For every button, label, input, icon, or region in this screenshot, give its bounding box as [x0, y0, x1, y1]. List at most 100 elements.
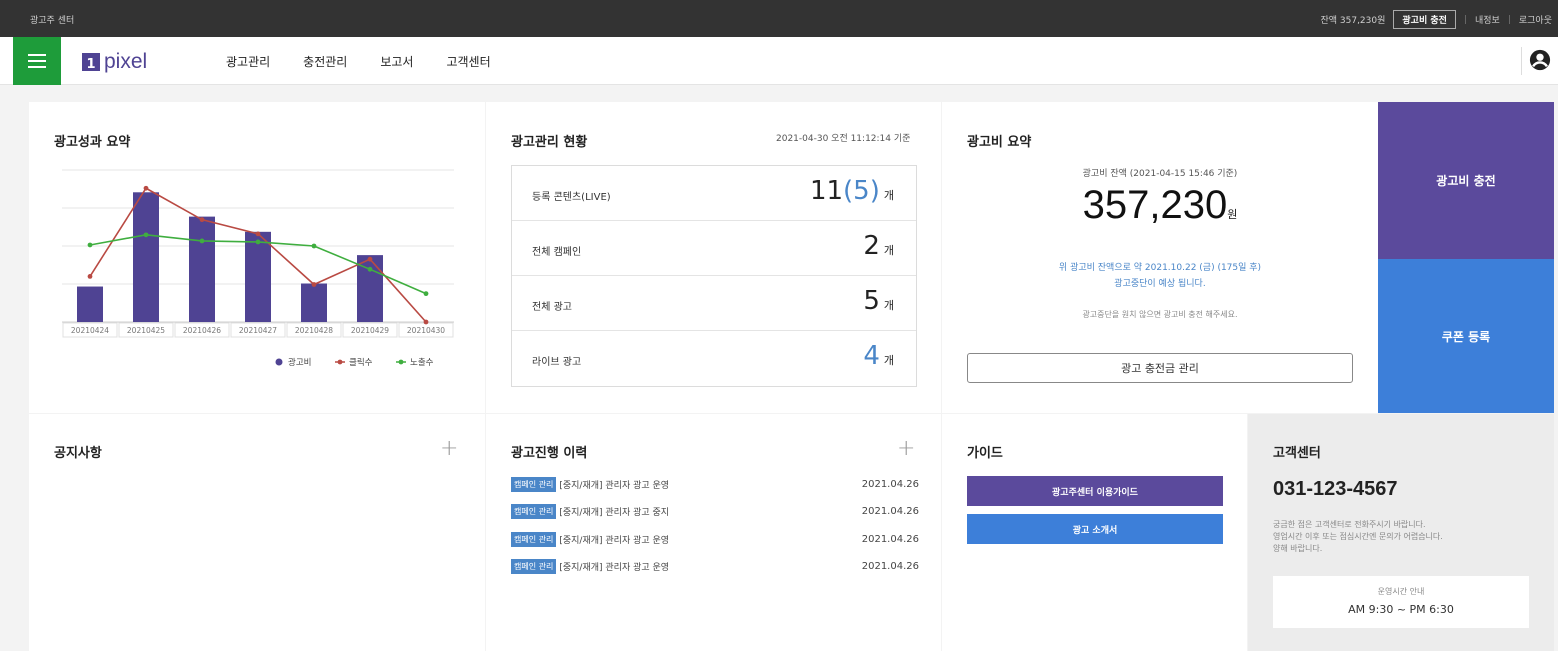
bar	[133, 192, 159, 322]
bar	[245, 231, 271, 322]
balance-amount-wrap: 357,230원	[942, 183, 1378, 228]
series-point	[311, 282, 317, 287]
hours-value: AM 9:30 ~ PM 6:30	[1348, 603, 1454, 616]
divider: |	[1507, 14, 1511, 25]
usage-guide-button[interactable]: 광고주센터 이용가이드	[967, 476, 1223, 506]
logo-mark: 1	[82, 53, 100, 71]
series-point	[87, 242, 93, 248]
budget-title: 광고비 요약	[967, 135, 1032, 150]
stat-label: 등록 콘텐츠(LIVE)	[532, 192, 611, 203]
legend-marker	[398, 359, 404, 365]
series-point	[87, 274, 93, 279]
nav-item-reports[interactable]: 보고서	[380, 53, 413, 70]
notice-more-icon[interactable]: +	[440, 436, 458, 461]
legend-label: 광고비	[288, 357, 311, 368]
stat-label: 전체 캠페인	[532, 247, 582, 258]
series-point	[143, 232, 149, 238]
x-tick-label: 20210427	[239, 326, 277, 335]
forecast-line-1: 위 광고비 잔액으로 약 2021.10.22 (금) (175일 후)	[1058, 263, 1262, 273]
stat-label: 라이브 광고	[532, 357, 582, 368]
x-tick-label: 20210428	[295, 326, 333, 335]
stat-unit: 개	[883, 244, 894, 257]
coupon-register-button[interactable]: 쿠폰 등록	[1378, 259, 1554, 413]
bar	[301, 283, 327, 322]
stat-live-count: (5)	[843, 176, 880, 206]
history-row[interactable]: 캠페인 관리 [중지/재개] 관리자 광고 중지 2021.04.26	[511, 504, 919, 519]
history-row[interactable]: 캠페인 관리 [중지/재개] 관리자 광고 운영 2021.04.26	[511, 559, 919, 574]
nav-item-charge-management[interactable]: 충전관리	[303, 53, 347, 70]
series-point	[311, 243, 317, 249]
stat-number: 11	[809, 176, 844, 206]
legend-label: 클릭수	[349, 357, 373, 368]
stat-unit: 개	[883, 354, 894, 367]
bar	[77, 286, 103, 322]
nav-item-customer-center[interactable]: 고객센터	[446, 53, 490, 70]
stat-unit: 개	[883, 299, 894, 312]
x-tick-label: 20210430	[407, 326, 445, 335]
user-account-icon[interactable]	[1521, 47, 1551, 75]
history-tag: 캠페인 관리	[511, 477, 557, 492]
series-point	[199, 238, 205, 244]
stat-value: 5개	[863, 286, 894, 316]
x-tick-label: 20210425	[127, 326, 165, 335]
history-tag: 캠페인 관리	[511, 504, 557, 519]
history-tag: 캠페인 관리	[511, 532, 557, 547]
logo[interactable]: 1 pixel	[82, 50, 147, 74]
forecast-text: 위 광고비 잔액으로 약 2021.10.22 (금) (175일 후) 광고중…	[942, 260, 1378, 292]
manage-charge-button[interactable]: 광고 충전금 관리	[967, 353, 1353, 383]
my-info-link[interactable]: 내정보	[1475, 13, 1500, 26]
legend-marker	[337, 359, 343, 365]
operating-hours-box: 운영시간 안내 AM 9:30 ~ PM 6:30	[1273, 576, 1529, 628]
history-row[interactable]: 캠페인 관리 [중지/재개] 관리자 광고 운영 2021.04.26	[511, 532, 919, 547]
stat-row-contents[interactable]: 등록 콘텐츠(LIVE) 11(5) 개	[512, 166, 916, 221]
charge-hint: 광고중단을 원치 않으면 광고비 충전 해주세요.	[1082, 310, 1238, 319]
x-tick-label: 20210429	[351, 326, 389, 335]
stat-row-ads[interactable]: 전체 광고 5개	[512, 276, 916, 331]
support-desc: 궁금한 점은 고객센터로 전화주시기 바랍니다. 영업시간 이후 또는 점심시간…	[1273, 519, 1443, 555]
logout-link[interactable]: 로그아웃	[1519, 13, 1552, 26]
performance-title: 광고성과 요약	[54, 135, 131, 150]
ad-brochure-button[interactable]: 광고 소개서	[967, 514, 1223, 544]
status-stats: 등록 콘텐츠(LIVE) 11(5) 개 전체 캠페인 2개 전체 광고 5개 라…	[511, 165, 917, 387]
series-point	[199, 217, 205, 223]
top-charge-button[interactable]: 광고비 충전	[1393, 10, 1456, 29]
support-title: 고객센터	[1273, 446, 1321, 461]
history-tag: 캠페인 관리	[511, 559, 557, 574]
series-point	[423, 291, 429, 297]
series-point	[255, 231, 261, 237]
support-desc-line: 궁금한 점은 고객센터로 전화주시기 바랍니다.	[1273, 520, 1426, 529]
balance-amount: 357,230	[1082, 183, 1228, 227]
history-text: [중지/재개] 관리자 광고 운영	[559, 563, 670, 573]
divider: |	[1463, 14, 1467, 25]
advertiser-center-title: 광고주 센터	[30, 16, 75, 26]
stat-row-live-ads[interactable]: 라이브 광고 4개	[512, 331, 916, 386]
hamburger-menu-icon[interactable]	[13, 37, 61, 85]
logo-text: pixel	[104, 50, 148, 73]
balance-text: 잔액 357,230원	[1320, 16, 1386, 26]
hours-caption: 운영시간 안내	[1377, 587, 1425, 596]
history-title: 광고진행 이력	[511, 446, 588, 461]
history-date: 2021.04.26	[861, 506, 919, 517]
series-point	[423, 319, 429, 325]
stat-label: 전체 광고	[532, 302, 572, 313]
charge-button[interactable]: 광고비 충전	[1378, 102, 1554, 259]
stat-row-campaigns[interactable]: 전체 캠페인 2개	[512, 221, 916, 276]
history-date: 2021.04.26	[861, 534, 919, 545]
bar	[189, 216, 215, 322]
support-desc-line: 영업시간 이후 또는 점심시간엔 문의가 어렵습니다.	[1273, 532, 1443, 541]
nav-item-ad-management[interactable]: 광고관리	[226, 53, 270, 70]
history-row[interactable]: 캠페인 관리 [중지/재개] 관리자 광고 운영 2021.04.26	[511, 477, 919, 492]
history-date: 2021.04.26	[861, 479, 919, 490]
main-nav: 1 pixel 광고관리 충전관리 보고서 고객센터	[0, 37, 1558, 85]
history-more-icon[interactable]: +	[897, 436, 915, 461]
series-point	[367, 256, 373, 262]
x-tick-label: 20210426	[183, 326, 221, 335]
stat-number: 5	[863, 286, 880, 316]
balance-unit: 원	[1227, 208, 1238, 221]
status-title: 광고관리 현황	[511, 135, 588, 150]
balance-caption: 광고비 잔액 (2021-04-15 15:46 기준)	[1082, 169, 1238, 179]
history-text: [중지/재개] 관리자 광고 중지	[559, 508, 670, 518]
stat-value: 2개	[863, 231, 894, 261]
status-timestamp: 2021-04-30 오전 11:12:14 기준	[776, 134, 911, 144]
legend-label: 노출수	[410, 357, 434, 368]
